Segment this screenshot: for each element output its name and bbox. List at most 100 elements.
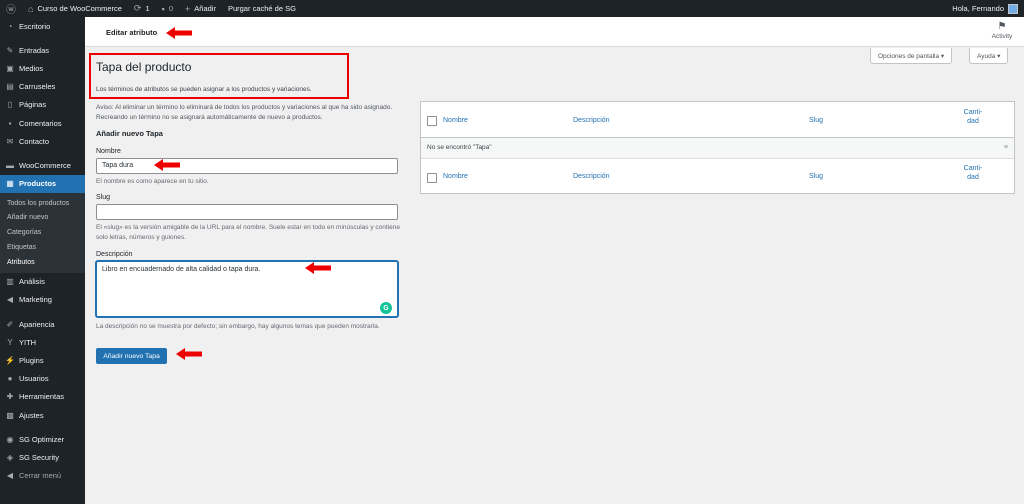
slug-input[interactable] <box>96 204 398 220</box>
settings-icon: ▩ <box>6 410 14 420</box>
column-header-count[interactable]: Canti- dad <box>958 108 988 126</box>
productos-submenu: Todos los productos Añadir nuevo Categor… <box>0 192 85 273</box>
home-icon: ⌂ <box>28 3 34 14</box>
page-header: Editar atributo ⚑ Activity <box>85 17 1024 47</box>
select-all-checkbox[interactable] <box>427 116 437 126</box>
terms-table: Nombre Descripción Slug Canti- dad No se… <box>420 101 1015 194</box>
sidebar-item-contacto[interactable]: ✉ Contacto <box>0 132 85 150</box>
sidebar-item-productos[interactable]: ▦ Productos <box>0 174 85 193</box>
sidebar-item-apariencia[interactable]: ✐ Apariencia <box>0 315 85 333</box>
annotation-arrow-icon <box>154 159 180 171</box>
sidebar-item-plugins[interactable]: ⚡ Plugins <box>0 351 85 369</box>
description-label: Descripción <box>96 251 133 258</box>
sidebar-item-sg-optimizer[interactable]: ◉ SG Optimizer <box>0 430 85 448</box>
screen-options-button[interactable]: Opciones de pantalla ▾ <box>870 48 953 64</box>
sidebar-item-ajustes[interactable]: ▩ Ajustes <box>0 406 85 424</box>
submenu-etiquetas[interactable]: Etiquetas <box>0 240 85 255</box>
sidebar-item-marketing[interactable]: ◀ Marketing <box>0 291 85 309</box>
slug-label: Slug <box>96 194 111 201</box>
brush-icon: ✐ <box>6 319 14 329</box>
sidebar-item-entradas[interactable]: ✎ Entradas <box>0 41 85 59</box>
submenu-atributos[interactable]: Atributos <box>0 255 85 270</box>
media-icon: ▣ <box>6 63 14 73</box>
chart-icon: ▥ <box>6 277 14 287</box>
sidebar-item-woocommerce[interactable]: ▬ WooCommerce <box>0 156 85 174</box>
comment-bubble-icon: ▪ <box>161 3 165 14</box>
comments-link[interactable]: ▪ 0 <box>156 0 179 17</box>
wordpress-logo-icon[interactable]: ⓦ <box>0 0 22 17</box>
footer-header-slug[interactable]: Slug <box>809 173 823 180</box>
avatar <box>1008 3 1018 14</box>
sidebar-item-carruseles[interactable]: ▤ Carruseles <box>0 78 85 96</box>
user-account-menu[interactable]: Hola, Fernando <box>946 0 1024 17</box>
header-title: Editar atributo <box>106 28 158 37</box>
megaphone-icon: ◀ <box>6 295 14 305</box>
sidebar-item-herramientas[interactable]: ✚ Herramientas <box>0 388 85 406</box>
user-icon: ● <box>7 374 13 384</box>
yith-icon: Y <box>7 337 13 347</box>
updates-link[interactable]: ⟳ 1 <box>128 0 156 17</box>
table-row-empty: No se encontró "Tapa" ≡ <box>421 138 1014 159</box>
sidebar-item-usuarios[interactable]: ● Usuarios <box>0 370 85 388</box>
annotation-arrow-icon <box>166 27 192 39</box>
sidebar-item-comentarios[interactable]: ▪ Comentarios <box>0 114 85 132</box>
sg-icon: ◉ <box>6 434 14 444</box>
pin-icon: ✎ <box>6 45 14 55</box>
collapse-icon: ◀ <box>6 471 14 481</box>
table-footer-row: Nombre Descripción Slug Canti- dad <box>421 159 1014 194</box>
column-header-name[interactable]: Nombre <box>443 117 468 124</box>
submenu-todos-los-productos[interactable]: Todos los productos <box>0 196 85 211</box>
select-all-footer-checkbox[interactable] <box>427 173 437 183</box>
name-label: Nombre <box>96 148 121 155</box>
sidebar-item-paginas[interactable]: ▯ Páginas <box>0 96 85 114</box>
shield-icon: ◈ <box>6 452 14 462</box>
mail-icon: ✉ <box>6 136 14 146</box>
add-new-term-button[interactable]: Añadir nuevo Tapa <box>96 348 167 364</box>
site-name-link[interactable]: ⌂ Curso de WooCommerce <box>22 0 128 17</box>
carousel-icon: ▤ <box>6 82 14 92</box>
description-textarea[interactable]: Libro en encuadernado de alta calidad o … <box>96 261 398 317</box>
activity-flag-icon: ⚑ <box>997 21 1007 32</box>
slug-help: El «slug» es la versión amigable de la U… <box>96 224 400 241</box>
no-items-message: No se encontró "Tapa" <box>427 144 492 151</box>
submenu-anadir-nuevo[interactable]: Añadir nuevo <box>0 210 85 225</box>
plugin-icon: ⚡ <box>5 356 15 366</box>
wrench-icon: ✚ <box>6 392 14 402</box>
purge-cache-link[interactable]: Purgar caché de SG <box>222 0 302 17</box>
annotation-arrow-icon <box>176 348 202 360</box>
grammarly-icon[interactable]: G <box>380 302 392 314</box>
footer-header-count[interactable]: Canti- dad <box>958 164 988 182</box>
help-button[interactable]: Ayuda ▾ <box>969 48 1009 64</box>
add-term-heading: Añadir nuevo Tapa <box>96 129 163 138</box>
name-help: El nombre es como aparece en tu sitio. <box>96 178 209 185</box>
archive-icon: ▦ <box>6 179 14 189</box>
sidebar-item-escritorio[interactable]: ◔ Escritorio <box>0 17 85 35</box>
table-header-row: Nombre Descripción Slug Canti- dad <box>421 102 1014 138</box>
admin-sidebar: ◔ Escritorio ✎ Entradas ▣ Medios ▤ Carrusele… <box>0 17 85 504</box>
comment-icon: ▪ <box>8 118 12 128</box>
admin-bar: ⓦ ⌂ Curso de WooCommerce ⟳ 1 ▪ 0 + Añadi… <box>0 0 1024 17</box>
submenu-categorias[interactable]: Categorías <box>0 225 85 240</box>
collapse-menu-button[interactable]: ◀ Cerrar menú <box>0 467 85 485</box>
sidebar-item-sg-security[interactable]: ◈ SG Security <box>0 448 85 466</box>
add-new-link[interactable]: + Añadir <box>179 0 222 17</box>
dashboard-icon: ◔ <box>7 21 13 31</box>
name-input[interactable]: Tapa dura <box>96 158 398 174</box>
description-help: La descripción no se muestra por defecto… <box>96 323 380 330</box>
column-header-description[interactable]: Descripción <box>573 117 610 124</box>
plus-icon: + <box>185 3 191 14</box>
footer-header-description[interactable]: Descripción <box>573 173 610 180</box>
refresh-icon: ⟳ <box>133 3 142 13</box>
woo-icon: ▬ <box>6 160 14 170</box>
annotation-arrow-icon <box>305 262 331 274</box>
sidebar-item-medios[interactable]: ▣ Medios <box>0 59 85 77</box>
page-icon: ▯ <box>7 100 13 110</box>
annotation-highlight-box <box>89 53 349 99</box>
delete-notice: Aviso: Al eliminar un término lo elimina… <box>96 104 393 121</box>
column-header-slug[interactable]: Slug <box>809 117 823 124</box>
sidebar-item-analisis[interactable]: ▥ Análisis <box>0 273 85 291</box>
footer-header-name[interactable]: Nombre <box>443 173 468 180</box>
drag-handle-icon[interactable]: ≡ <box>1004 144 1008 151</box>
activity-button[interactable]: ⚑ Activity <box>990 21 1014 40</box>
sidebar-item-yith[interactable]: Y YITH <box>0 333 85 351</box>
